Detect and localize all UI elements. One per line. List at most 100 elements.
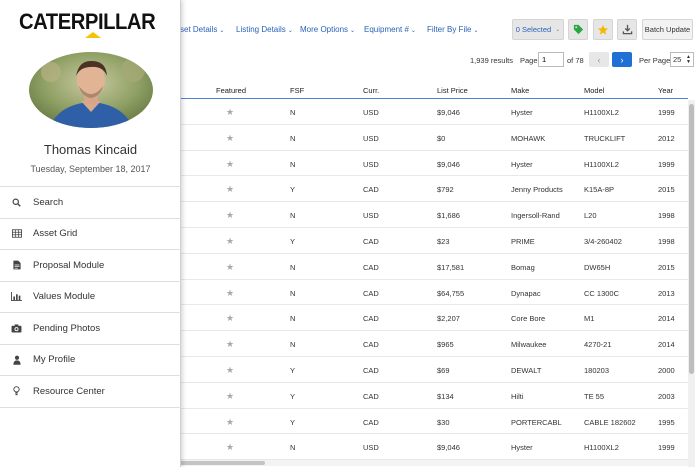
vertical-scrollbar[interactable]: [688, 100, 695, 467]
side-drawer: CATERPILLAR Thomas Kincaid Tuesday, Sept…: [0, 0, 181, 467]
cell-currency: CAD: [363, 262, 379, 272]
chevron-left-icon: ‹: [597, 54, 601, 65]
camera-icon: [0, 324, 33, 333]
featured-star-icon[interactable]: ★: [226, 288, 234, 299]
user-icon: [0, 355, 33, 365]
star-button[interactable]: [593, 19, 613, 40]
cell-list-price: $2,207: [437, 314, 460, 324]
nav-item-pending-photos[interactable]: Pending Photos: [0, 313, 181, 345]
cell-list-price: $30: [437, 417, 450, 427]
cell-list-price: $9,046: [437, 159, 460, 169]
scroll-thumb[interactable]: [689, 104, 694, 374]
featured-star-icon[interactable]: ★: [226, 442, 234, 453]
cell-list-price: $9,046: [437, 443, 460, 453]
cell-year: 1995: [658, 417, 675, 427]
cell-year: 2015: [658, 262, 675, 272]
nav-label: Search: [33, 196, 64, 208]
page-number-input[interactable]: [538, 52, 564, 67]
col-currency[interactable]: Curr.: [363, 86, 379, 95]
col-make[interactable]: Make: [511, 86, 529, 95]
filter-equipment-number[interactable]: Equipment # ⌄: [364, 25, 416, 34]
chevron-down-icon: ⌄: [473, 28, 479, 34]
nav-item-proposal-module[interactable]: Proposal Module: [0, 250, 181, 282]
featured-star-icon[interactable]: ★: [226, 391, 234, 402]
prev-page-button[interactable]: ‹: [589, 52, 609, 67]
featured-star-icon[interactable]: ★: [226, 262, 234, 273]
download-icon: [622, 24, 632, 35]
grid-icon: [0, 229, 33, 238]
cell-currency: CAD: [363, 236, 379, 246]
filter-label: sset Details: [176, 25, 218, 34]
chevron-down-icon: ⌄: [410, 28, 416, 34]
cell-make: Hyster: [511, 159, 533, 169]
filter-asset-details[interactable]: sset Details ⌄: [176, 25, 224, 34]
cell-fsf: Y: [290, 365, 296, 375]
featured-star-icon[interactable]: ★: [226, 365, 234, 376]
filter-by-file[interactable]: Filter By File ⌄: [427, 25, 478, 34]
cell-list-price: $0: [437, 133, 446, 143]
per-page-select[interactable]: 25 ▲ ▼: [670, 52, 694, 67]
chevron-down-icon: ⌄: [555, 27, 561, 33]
cell-model: H1100XL2: [584, 159, 619, 169]
col-year[interactable]: Year: [658, 86, 673, 95]
cell-year: 1999: [658, 108, 675, 117]
nav-item-asset-grid[interactable]: Asset Grid: [0, 219, 181, 250]
selected-dropdown[interactable]: 0 Selected ⌄: [512, 19, 564, 40]
featured-star-icon[interactable]: ★: [226, 133, 234, 144]
nav-label: Pending Photos: [33, 322, 101, 334]
featured-star-icon[interactable]: ★: [226, 184, 234, 195]
cell-model: TE 55: [584, 391, 605, 401]
cell-make: Jenny Products: [511, 185, 563, 195]
featured-star-icon[interactable]: ★: [226, 339, 234, 350]
cell-fsf: N: [290, 262, 296, 272]
batch-update-button[interactable]: Batch Update: [642, 19, 693, 40]
cell-model: K15A-8P: [584, 185, 615, 195]
scroll-thumb[interactable]: [180, 461, 265, 465]
current-date: Tuesday, September 18, 2017: [30, 164, 151, 174]
page-total: of 78: [567, 56, 584, 65]
cell-currency: CAD: [363, 288, 379, 298]
cell-year: 2014: [658, 314, 675, 324]
cell-fsf: N: [290, 211, 296, 221]
nav-item-resource-center[interactable]: Resource Center: [0, 376, 181, 408]
featured-star-icon[interactable]: ★: [226, 210, 234, 221]
download-button[interactable]: [617, 19, 637, 40]
document-icon: [0, 260, 33, 270]
chevron-right-icon: ›: [620, 54, 624, 65]
featured-star-icon[interactable]: ★: [226, 236, 234, 247]
featured-star-icon[interactable]: ★: [226, 313, 234, 324]
featured-star-icon[interactable]: ★: [226, 417, 234, 428]
nav-label: Asset Grid: [33, 228, 78, 240]
tag-button[interactable]: [568, 19, 588, 40]
filter-label: Filter By File: [427, 25, 472, 34]
col-fsf[interactable]: FSF: [290, 86, 304, 95]
horizontal-scrollbar[interactable]: [180, 460, 688, 466]
cell-fsf: N: [290, 108, 296, 117]
tag-icon: [573, 24, 583, 35]
nav-item-search[interactable]: Search: [0, 187, 181, 219]
nav-label: My Profile: [33, 354, 76, 366]
cell-model: TRUCKLIFT: [584, 133, 626, 143]
nav-item-my-profile[interactable]: My Profile: [0, 345, 181, 376]
chevron-down-icon: ⌄: [287, 28, 293, 34]
col-list-price[interactable]: List Price: [437, 86, 468, 95]
col-model[interactable]: Model: [584, 86, 604, 95]
cell-model: 180203: [584, 365, 610, 375]
per-page-label: Per Page: [639, 56, 671, 65]
cell-model: 3/4-260402: [584, 236, 622, 246]
col-featured[interactable]: Featured: [216, 86, 246, 95]
cell-make: Core Bore: [511, 314, 546, 324]
featured-star-icon[interactable]: ★: [226, 159, 234, 170]
cell-model: L20: [584, 211, 597, 221]
featured-star-icon[interactable]: ★: [226, 107, 234, 118]
filter-more-options[interactable]: More Options ⌄: [300, 25, 355, 34]
cell-model: H1100XL2: [584, 443, 619, 453]
cell-currency: USD: [363, 159, 379, 169]
nav-item-values-module[interactable]: Values Module: [0, 282, 181, 313]
cell-year: 2014: [658, 340, 675, 350]
nav-label: Resource Center: [33, 385, 105, 397]
filter-label: Listing Details: [236, 25, 286, 34]
filter-label: More Options: [300, 25, 349, 34]
filter-listing-details[interactable]: Listing Details ⌄: [236, 25, 293, 34]
next-page-button[interactable]: ›: [612, 52, 632, 67]
